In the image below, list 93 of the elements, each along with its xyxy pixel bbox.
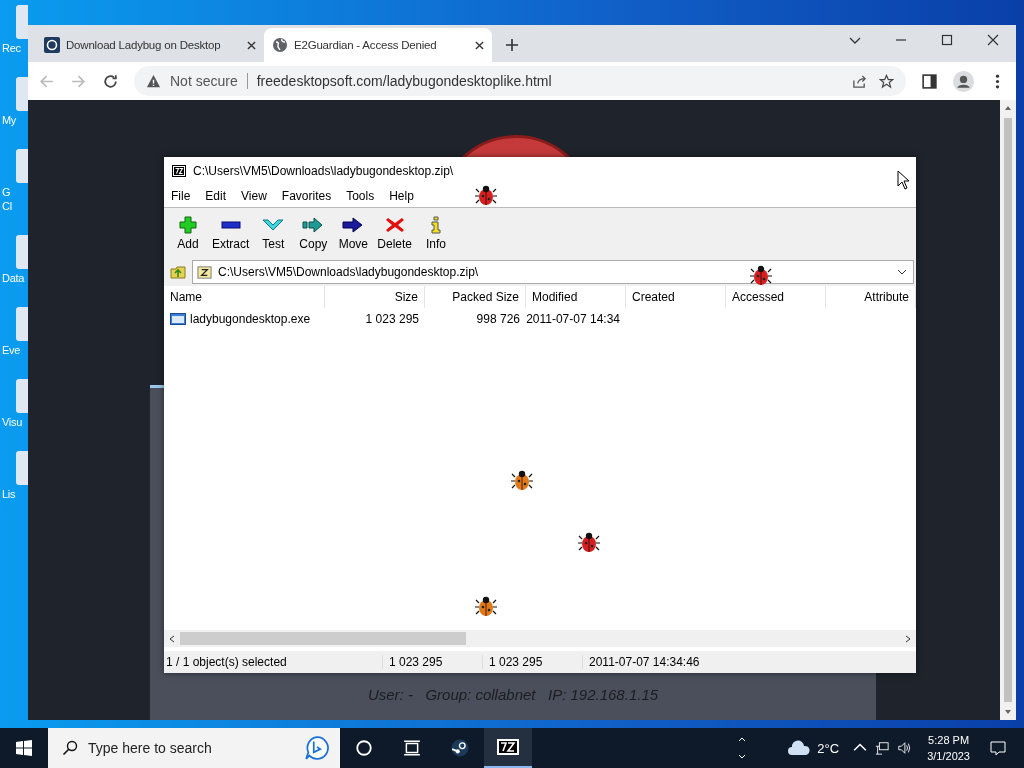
- menu-item[interactable]: View: [241, 189, 267, 203]
- toolbar-button[interactable]: Move: [333, 208, 374, 258]
- address-bar[interactable]: Not secure freedesktopsoft.com/ladybugondesktoplike.html: [134, 66, 906, 96]
- time-text: 5:28 PM: [928, 733, 970, 748]
- status-text: 2011-07-07 14:34:46: [582, 655, 700, 669]
- ladybug-icon: [474, 184, 498, 208]
- start-icon[interactable]: [16, 740, 32, 756]
- archiver-logo-icon: [497, 739, 519, 755]
- scroll-left-icon[interactable]: [168, 634, 176, 643]
- column-header[interactable]: Packed Size: [425, 286, 526, 308]
- executable-file-icon: [170, 313, 186, 325]
- circle-icon: [355, 739, 373, 757]
- scroll-down-icon[interactable]: [1004, 708, 1012, 716]
- network-icon[interactable]: [875, 741, 890, 755]
- column-header[interactable]: Modified: [526, 286, 626, 308]
- column-header[interactable]: Created: [626, 286, 726, 308]
- date-text: 3/1/2023: [927, 749, 970, 764]
- folder-up-icon[interactable]: [170, 264, 186, 280]
- scroll-right-icon[interactable]: [904, 634, 912, 643]
- file-row[interactable]: ladybugondesktop.exe 1 023 295 998 726 2011-07-07 14:34: [164, 308, 916, 330]
- share-icon[interactable]: [852, 73, 867, 89]
- desktop-icon-label: Data: [2, 271, 25, 285]
- close-tab-icon[interactable]: [247, 40, 256, 50]
- notifications-icon[interactable]: [990, 740, 1006, 756]
- close-tab-icon[interactable]: [475, 40, 484, 50]
- close-icon[interactable]: [987, 34, 999, 46]
- temperature-text[interactable]: 2°C: [817, 740, 840, 756]
- cloud-icon[interactable]: [787, 740, 812, 756]
- taskbar-app-button[interactable]: [484, 728, 532, 768]
- file-cell-text: 1 023 295: [364, 312, 420, 326]
- desktop-icon-label: Visu: [2, 415, 22, 429]
- search-field[interactable]: Type here to search: [48, 728, 340, 768]
- profile-icon[interactable]: [953, 70, 974, 92]
- task-view-icon: [403, 739, 421, 757]
- desktop-icon-label: Lis: [2, 487, 16, 501]
- menu-item[interactable]: Help: [389, 189, 414, 203]
- horizontal-scrollbar[interactable]: [164, 630, 916, 647]
- reload-icon[interactable]: [102, 72, 119, 90]
- ladybug-icon: [749, 264, 773, 288]
- side-panel-icon[interactable]: [921, 72, 938, 90]
- menu-item[interactable]: Favorites: [281, 189, 332, 203]
- bookmark-star-icon[interactable]: [879, 73, 894, 89]
- speech-bubble-icon[interactable]: [304, 735, 330, 761]
- dropdown-caret-icon[interactable]: [897, 269, 907, 275]
- plus-icon: [176, 215, 200, 235]
- ladybug-icon: [577, 531, 601, 555]
- app-logo-icon: [451, 739, 469, 757]
- desktop-icon-label: G: [2, 185, 11, 199]
- window-title: C:\Users\VM5\Downloads\ladybugondesktop.zip\: [193, 164, 454, 178]
- menu-item[interactable]: File: [171, 189, 191, 203]
- ladybug-icon: [474, 595, 498, 619]
- file-cell-text: 2011-07-07 14:34: [526, 312, 621, 326]
- search-icon: [62, 740, 78, 756]
- globe-icon: [272, 37, 288, 53]
- status-text: 1 023 295: [482, 655, 582, 669]
- mouse-cursor-icon: [897, 170, 909, 190]
- menu-item[interactable]: Tools: [346, 189, 375, 203]
- scroll-up-icon[interactable]: [1004, 104, 1012, 112]
- column-header[interactable]: Accessed: [726, 286, 826, 308]
- toolbar-button[interactable]: Delete: [373, 208, 417, 258]
- toolbar-button[interactable]: Test: [253, 208, 294, 258]
- url-text: freedesktopsoft.com/ladybugondesktoplike.html: [256, 73, 552, 89]
- status-text: 1 / 1 object(s) selected: [165, 655, 288, 669]
- browser-tab[interactable]: E2Guardian - Access Denied: [264, 28, 492, 62]
- desktop-icon-label: Eve: [2, 343, 21, 357]
- desktop-icon-label: Rec: [2, 41, 21, 55]
- app-logo-icon: [172, 165, 186, 177]
- desktop-icon-label: My: [2, 113, 17, 127]
- toolbar-button[interactable]: Add: [168, 208, 208, 258]
- maximize-icon[interactable]: [941, 34, 953, 46]
- clock[interactable]: 5:28 PM 3/1/2023: [927, 732, 970, 764]
- new-tab-icon[interactable]: [506, 39, 518, 51]
- column-header[interactable]: Attribute: [826, 286, 916, 308]
- vertical-scrollbar[interactable]: [1000, 100, 1016, 720]
- toolbar-button[interactable]: Copy: [293, 208, 334, 258]
- user-info-text: User: - Group: collabnet IP: 192.168.1.15: [367, 686, 659, 703]
- file-cell-text: 998 726: [475, 312, 521, 326]
- desktop-icon-label: Cl: [2, 199, 12, 213]
- volume-icon[interactable]: [897, 741, 912, 755]
- warning-icon: [146, 73, 161, 89]
- toolbar-button[interactable]: Info: [416, 208, 457, 258]
- status-text: 1 023 295: [382, 655, 482, 669]
- column-header[interactable]: Name: [164, 286, 325, 308]
- archive-icon: [197, 264, 212, 280]
- menu-item[interactable]: Edit: [205, 189, 227, 203]
- security-label[interactable]: Not secure: [170, 73, 238, 89]
- browser-tab[interactable]: Download Ladybug on Desktop: [36, 28, 264, 62]
- path-field[interactable]: C:\Users\VM5\Downloads\ladybugondesktop.zip\: [192, 260, 914, 284]
- file-cell: ladybugondesktop.exe: [164, 312, 325, 326]
- site-favicon-icon: [44, 37, 60, 53]
- column-header[interactable]: Size: [325, 286, 425, 308]
- ladybug-icon: [510, 469, 534, 493]
- toolbar-button[interactable]: Extract: [208, 208, 254, 258]
